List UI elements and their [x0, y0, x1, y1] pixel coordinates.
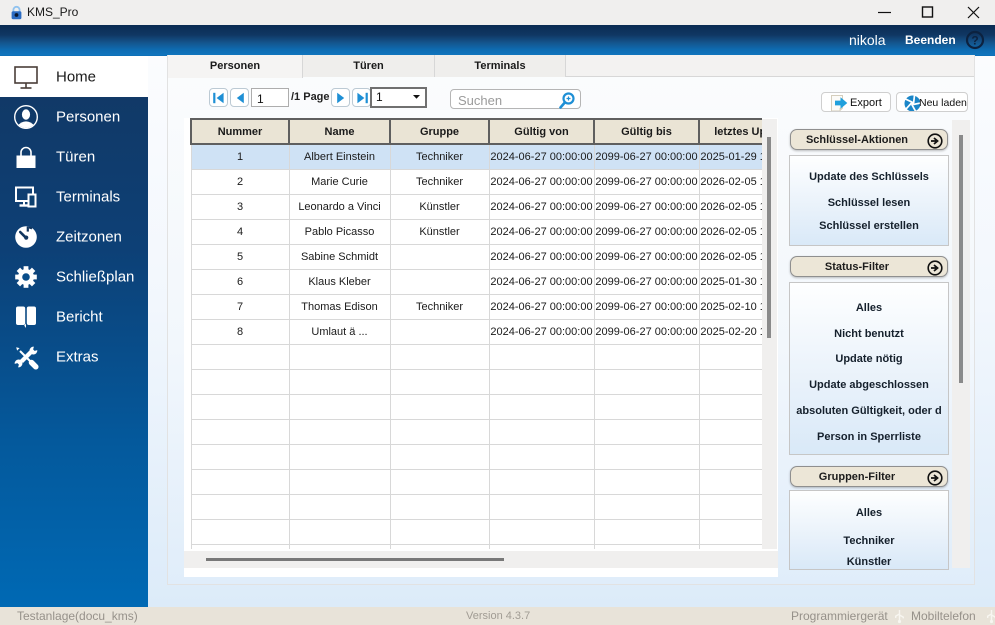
svg-text:?: ? [971, 34, 978, 48]
